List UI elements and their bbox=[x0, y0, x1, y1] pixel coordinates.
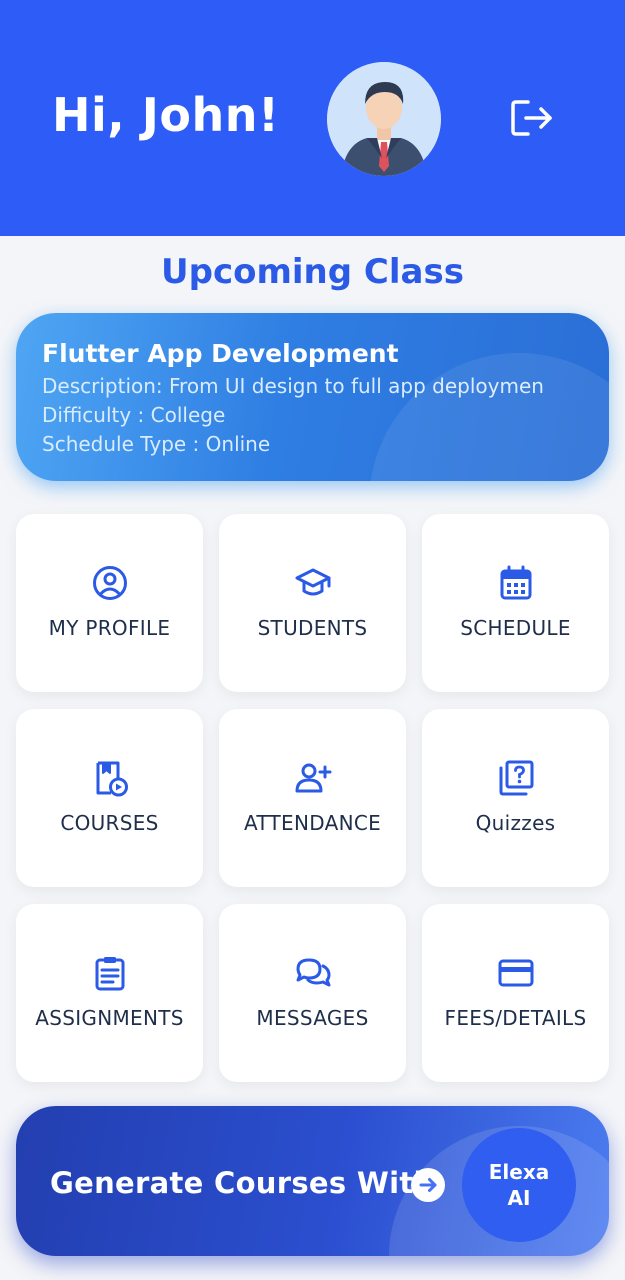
tile-label: Quizzes bbox=[475, 811, 556, 835]
tile-label: MESSAGES bbox=[256, 1006, 369, 1030]
tile-quizzes[interactable]: Quizzes bbox=[422, 709, 609, 887]
credit-card-icon bbox=[497, 954, 535, 992]
tile-messages[interactable]: MESSAGES bbox=[219, 904, 406, 1082]
elexa-ai-button[interactable]: Elexa AI bbox=[462, 1128, 576, 1242]
profile-icon bbox=[91, 564, 129, 602]
ai-label: AI bbox=[507, 1186, 531, 1210]
tile-label: ASSIGNMENTS bbox=[35, 1006, 184, 1030]
class-description: Description: From UI design to full app … bbox=[42, 374, 544, 398]
quiz-icon bbox=[497, 759, 535, 797]
greeting-text: Hi, John! bbox=[52, 88, 280, 142]
class-schedule-type: Schedule Type : Online bbox=[42, 432, 271, 456]
arrow-right-circle-icon[interactable] bbox=[411, 1168, 445, 1202]
tile-label: COURSES bbox=[60, 811, 159, 835]
tile-label: FEES/DETAILS bbox=[444, 1006, 587, 1030]
logout-icon bbox=[511, 100, 552, 136]
tile-label: SCHEDULE bbox=[460, 616, 571, 640]
tile-assignments[interactable]: ASSIGNMENTS bbox=[16, 904, 203, 1082]
upcoming-class-card[interactable]: Flutter App Development Description: Fro… bbox=[16, 313, 609, 481]
clipboard-icon bbox=[91, 954, 129, 992]
class-difficulty: Difficulty : College bbox=[42, 403, 226, 427]
elexa-label: Elexa bbox=[488, 1160, 550, 1184]
tile-label: MY PROFILE bbox=[48, 616, 171, 640]
tile-fees-details[interactable]: FEES/DETAILS bbox=[422, 904, 609, 1082]
generate-courses-banner[interactable]: Generate Courses With Elexa AI bbox=[16, 1106, 609, 1256]
calendar-icon bbox=[497, 564, 535, 602]
businessman-avatar-icon bbox=[327, 62, 441, 176]
tile-schedule[interactable]: SCHEDULE bbox=[422, 514, 609, 692]
tile-courses[interactable]: COURSES bbox=[16, 709, 203, 887]
tile-my-profile[interactable]: MY PROFILE bbox=[16, 514, 203, 692]
course-video-icon bbox=[91, 759, 129, 797]
add-user-icon bbox=[294, 759, 332, 797]
chat-icon bbox=[294, 954, 332, 992]
logout-button[interactable] bbox=[508, 96, 556, 140]
tile-attendance[interactable]: ATTENDANCE bbox=[219, 709, 406, 887]
avatar[interactable] bbox=[327, 62, 441, 176]
class-title: Flutter App Development bbox=[42, 339, 399, 368]
graduation-cap-icon bbox=[294, 564, 332, 602]
tile-label: ATTENDANCE bbox=[243, 811, 382, 835]
tile-students[interactable]: STUDENTS bbox=[219, 514, 406, 692]
tile-label: STUDENTS bbox=[257, 616, 368, 640]
app-header: Hi, John! bbox=[0, 0, 625, 236]
section-title: Upcoming Class bbox=[161, 252, 464, 292]
generate-courses-label: Generate Courses With bbox=[50, 1166, 435, 1200]
